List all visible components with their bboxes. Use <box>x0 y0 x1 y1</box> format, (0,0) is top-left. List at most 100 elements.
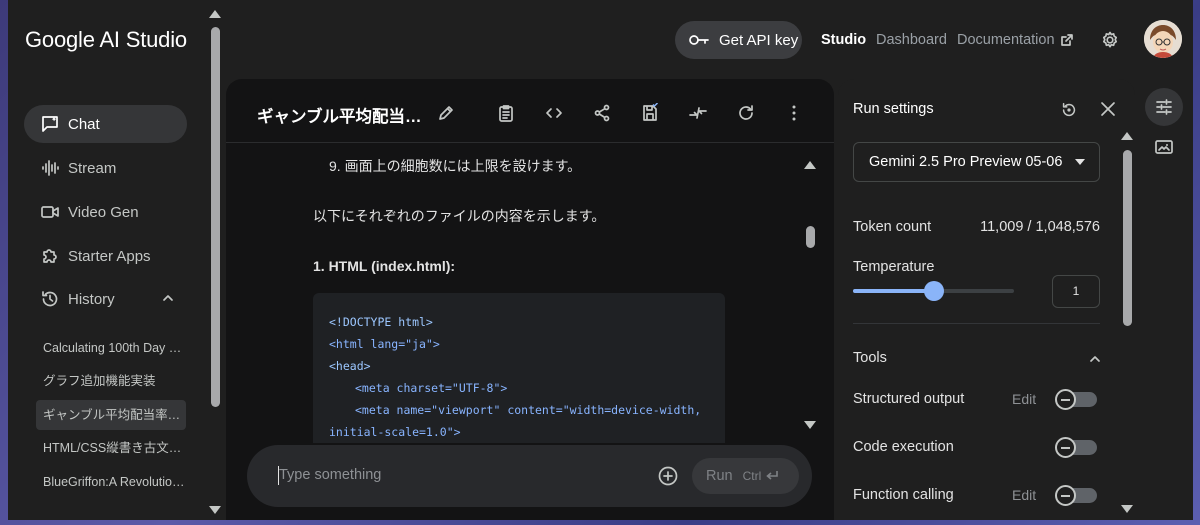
chevron-up-icon[interactable] <box>1088 352 1102 366</box>
prompt-input[interactable]: Type something Run Ctrl <box>247 445 812 507</box>
run-shortcut: Ctrl <box>742 469 762 483</box>
video-icon <box>41 206 59 218</box>
function-calling-edit-link[interactable]: Edit <box>1012 487 1036 503</box>
code-execution-toggle[interactable] <box>1055 437 1097 458</box>
avatar-image <box>1144 20 1182 58</box>
compare-icon[interactable] <box>688 103 708 123</box>
chat-scroll-up-icon[interactable] <box>804 161 816 169</box>
history-item[interactable]: Calculating 100th Day … <box>36 333 186 363</box>
sidebar-item-label: Chat <box>68 115 100 133</box>
temperature-slider-thumb[interactable] <box>923 281 944 301</box>
chevron-up-icon[interactable] <box>161 291 175 305</box>
code-line: <!DOCTYPE html> <box>329 315 433 329</box>
toggle-knob <box>1055 437 1076 458</box>
history-item[interactable]: BlueGriffon:A Revolutio… <box>36 467 186 497</box>
chat-scroll-down-icon[interactable] <box>804 421 816 429</box>
temperature-label: Temperature <box>853 259 935 275</box>
structured-output-label: Structured output <box>853 391 965 407</box>
waveform-icon <box>42 160 59 176</box>
app-logo[interactable]: Google AI Studio <box>25 27 188 53</box>
chat-header: ギャンブル平均配当… <box>226 79 834 143</box>
chat-panel: ギャンブル平均配当… 9. 画面上の細胞数には上限を設けます。 以下にそれぞれの… <box>226 79 834 520</box>
key-icon <box>689 35 709 45</box>
studio-link[interactable]: Studio <box>821 32 866 48</box>
function-calling-toggle[interactable] <box>1055 485 1097 506</box>
app-window: Google AI Studio Chat Stream Video Gen S… <box>8 0 1193 520</box>
structured-output-edit-link[interactable]: Edit <box>1012 391 1036 407</box>
model-select-value: Gemini 2.5 Pro Preview 05-06 <box>869 154 1063 170</box>
sidebar-item-label: Stream <box>68 159 117 177</box>
code-line: <meta name="viewport" content="width=dev… <box>355 403 702 417</box>
refresh-icon[interactable] <box>736 103 756 123</box>
run-settings-toggle-button[interactable] <box>1145 88 1183 126</box>
chat-title: ギャンブル平均配当… <box>257 108 422 126</box>
api-key-label: Get API key <box>719 31 799 49</box>
history-item[interactable]: HTML/CSS縦書き古文… <box>36 433 186 463</box>
documentation-label: Documentation <box>957 32 1055 48</box>
code-line: <head> <box>329 359 371 373</box>
temperature-slider[interactable] <box>853 281 1014 301</box>
dropdown-arrow-icon <box>1075 159 1085 165</box>
tune-icon <box>1156 99 1172 115</box>
history-item[interactable]: グラフ追加機能実装 <box>36 366 186 396</box>
more-options-icon[interactable] <box>784 103 804 123</box>
paragraph: 以下にそれぞれのファイルの内容を示します。 <box>313 208 606 224</box>
edit-title-icon[interactable] <box>436 103 456 123</box>
sidebar: Google AI Studio Chat Stream Video Gen S… <box>8 0 221 520</box>
puzzle-icon <box>43 249 57 263</box>
run-button[interactable]: Run Ctrl <box>692 458 799 494</box>
run-label: Run <box>706 468 733 484</box>
tools-label: Tools <box>853 350 887 366</box>
save-to-drive-icon[interactable] <box>640 103 660 123</box>
user-avatar[interactable] <box>1144 20 1182 58</box>
add-media-icon[interactable] <box>658 466 678 486</box>
sidebar-item-label: Starter Apps <box>68 247 151 265</box>
list-item: 9. 画面上の細胞数には上限を設けます。 <box>329 158 582 174</box>
settings-scroll-up-icon[interactable] <box>1121 132 1133 140</box>
settings-scroll-down-icon[interactable] <box>1121 505 1133 513</box>
sidebar-item-chat[interactable]: Chat <box>24 105 187 143</box>
temperature-slider-fill <box>853 289 934 293</box>
run-settings-panel: Run settings Gemini 2.5 Pro Preview 05-0… <box>838 79 1135 520</box>
code-icon[interactable] <box>544 103 564 123</box>
dashboard-link[interactable]: Dashboard <box>876 32 947 48</box>
reset-settings-icon[interactable] <box>1060 101 1078 119</box>
sidebar-item-history[interactable]: History <box>24 280 187 318</box>
media-gallery-button[interactable] <box>1145 128 1183 166</box>
sidebar-scroll-up-icon[interactable] <box>209 10 221 18</box>
function-calling-label: Function calling <box>853 487 954 503</box>
documentation-link[interactable]: Documentation <box>957 32 1055 48</box>
section-heading: 1. HTML (index.html): <box>313 258 456 274</box>
code-block: <!DOCTYPE html> <html lang="ja"> <head> … <box>313 293 725 443</box>
toggle-knob <box>1055 389 1076 410</box>
model-select[interactable]: Gemini 2.5 Pro Preview 05-06 <box>853 142 1100 182</box>
code-line: initial-scale=1.0"> <box>329 425 461 439</box>
settings-scrollbar[interactable] <box>1123 150 1132 326</box>
history-icon <box>42 291 58 307</box>
sidebar-scrollbar[interactable] <box>211 27 220 407</box>
prompt-placeholder: Type something <box>279 467 382 483</box>
get-api-key-button[interactable]: Get API key <box>675 21 802 59</box>
settings-gear-icon[interactable] <box>1100 30 1120 50</box>
code-line: <html lang="ja"> <box>329 337 440 351</box>
temperature-input[interactable]: 1 <box>1052 275 1100 308</box>
sidebar-scroll-down-icon[interactable] <box>209 506 221 514</box>
sidebar-item-label: History <box>68 290 115 308</box>
code-execution-label: Code execution <box>853 439 954 455</box>
sidebar-item-starter-apps[interactable]: Starter Apps <box>24 237 187 275</box>
chat-scrollbar[interactable] <box>806 226 815 248</box>
history-item-active[interactable]: ギャンブル平均配当率… <box>36 400 186 430</box>
structured-output-toggle[interactable] <box>1055 389 1097 410</box>
image-gallery-icon <box>1155 140 1173 154</box>
divider <box>853 323 1100 324</box>
code-line: <meta charset="UTF-8"> <box>355 381 508 395</box>
sidebar-item-video-gen[interactable]: Video Gen <box>24 193 187 231</box>
close-icon[interactable] <box>1100 101 1116 117</box>
sidebar-item-stream[interactable]: Stream <box>24 149 187 187</box>
enter-key-icon <box>766 471 779 480</box>
clipboard-icon[interactable] <box>496 103 516 123</box>
share-icon[interactable] <box>592 103 612 123</box>
run-settings-title: Run settings <box>853 101 934 117</box>
chat-content: 9. 画面上の細胞数には上限を設けます。 以下にそれぞれのファイルの内容を示しま… <box>226 143 834 443</box>
token-count-label: Token count <box>853 219 932 235</box>
